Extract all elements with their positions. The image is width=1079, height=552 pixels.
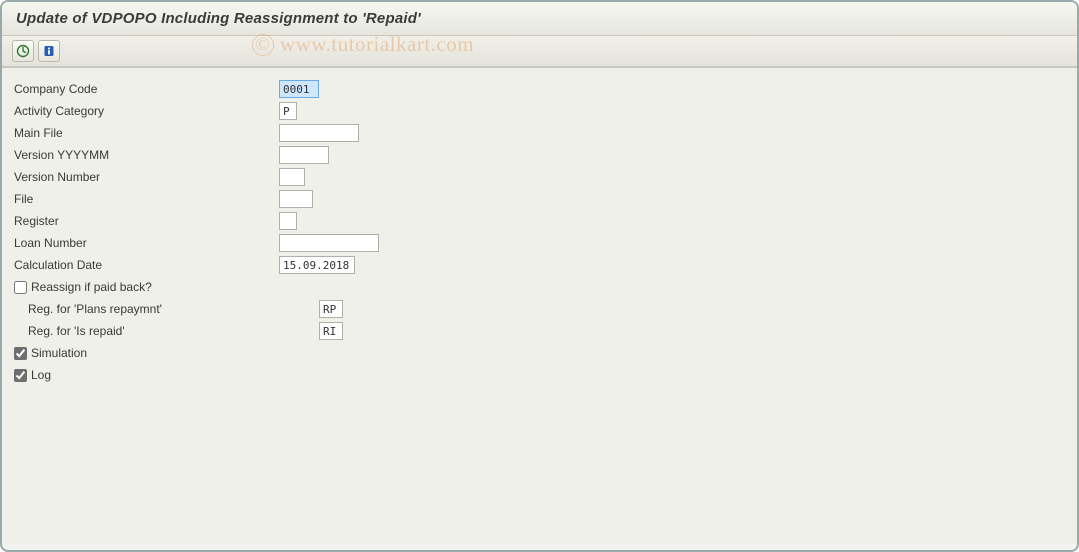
row-reg-plans: Reg. for 'Plans repaymnt'	[14, 298, 1065, 320]
input-activity-category[interactable]	[279, 102, 297, 120]
checkbox-reassign-wrapper: Reassign if paid back?	[14, 280, 152, 294]
label-activity-category: Activity Category	[14, 104, 279, 118]
row-version-number: Version Number	[14, 166, 1065, 188]
row-reg-isrepaid: Reg. for 'Is repaid'	[14, 320, 1065, 342]
row-log: Log	[14, 364, 1065, 386]
label-reassign: Reassign if paid back?	[31, 280, 152, 294]
label-loan-number: Loan Number	[14, 236, 279, 250]
row-main-file: Main File	[14, 122, 1065, 144]
label-simulation: Simulation	[31, 346, 87, 360]
toolbar	[2, 36, 1077, 68]
clock-execute-icon	[16, 44, 30, 58]
sap-window: © www.tutorialkart.com Update of VDPOPO …	[0, 0, 1079, 552]
label-main-file: Main File	[14, 126, 279, 140]
page-title: Update of VDPOPO Including Reassignment …	[16, 10, 421, 27]
row-reassign: Reassign if paid back?	[14, 276, 1065, 298]
label-calc-date: Calculation Date	[14, 258, 279, 272]
input-reg-isrepaid[interactable]	[319, 322, 343, 340]
checkbox-log-wrapper: Log	[14, 368, 51, 382]
label-reg-plans: Reg. for 'Plans repaymnt'	[14, 302, 279, 316]
input-register[interactable]	[279, 212, 297, 230]
input-file[interactable]	[279, 190, 313, 208]
input-version-yyyymm[interactable]	[279, 146, 329, 164]
input-main-file[interactable]	[279, 124, 359, 142]
row-company-code: Company Code	[14, 78, 1065, 100]
label-version-number: Version Number	[14, 170, 279, 184]
input-reg-plans[interactable]	[319, 300, 343, 318]
info-icon	[42, 44, 56, 58]
checkbox-log[interactable]	[14, 369, 27, 382]
label-register: Register	[14, 214, 279, 228]
input-company-code[interactable]	[279, 80, 319, 98]
title-bar: Update of VDPOPO Including Reassignment …	[2, 2, 1077, 36]
label-version-yyyymm: Version YYYYMM	[14, 148, 279, 162]
input-version-number[interactable]	[279, 168, 305, 186]
row-version-yyyymm: Version YYYYMM	[14, 144, 1065, 166]
label-log: Log	[31, 368, 51, 382]
label-company-code: Company Code	[14, 82, 279, 96]
row-calc-date: Calculation Date	[14, 254, 1065, 276]
row-loan-number: Loan Number	[14, 232, 1065, 254]
row-simulation: Simulation	[14, 342, 1065, 364]
checkbox-simulation-wrapper: Simulation	[14, 346, 87, 360]
execute-button[interactable]	[12, 40, 34, 62]
row-activity-category: Activity Category	[14, 100, 1065, 122]
form-area: Company Code Activity Category Main File…	[2, 68, 1077, 544]
label-reg-isrepaid: Reg. for 'Is repaid'	[14, 324, 279, 338]
input-loan-number[interactable]	[279, 234, 379, 252]
checkbox-simulation[interactable]	[14, 347, 27, 360]
label-file: File	[14, 192, 279, 206]
input-calc-date[interactable]	[279, 256, 355, 274]
row-register: Register	[14, 210, 1065, 232]
checkbox-reassign[interactable]	[14, 281, 27, 294]
info-button[interactable]	[38, 40, 60, 62]
row-file: File	[14, 188, 1065, 210]
